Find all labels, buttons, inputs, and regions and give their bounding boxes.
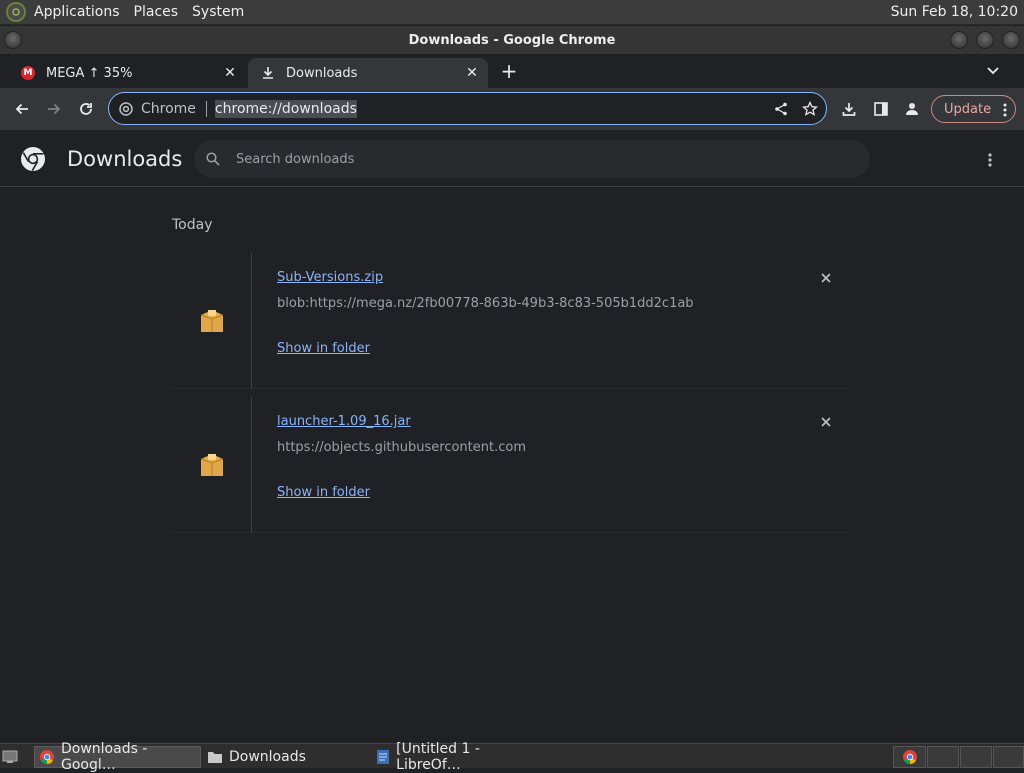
new-tab-button[interactable]: + [498,59,520,83]
window-title: Downloads - Google Chrome [408,32,616,48]
bookmark-star-icon[interactable] [802,100,818,117]
side-panel-icon[interactable] [867,95,895,123]
taskbar-item-label: [Untitled 1 - LibreOf… [396,741,480,773]
top-panel: Applications Places System Sun Feb 18, 1… [0,0,1024,25]
address-bar[interactable]: Chrome chrome://downloads [108,92,827,125]
download-filename-link[interactable]: Sub-Versions.zip [277,270,383,285]
show-desktop-button[interactable] [2,746,24,768]
menu-system[interactable]: System [192,4,244,20]
reload-icon[interactable] [72,95,100,123]
chrome-icon [39,749,55,765]
chrome-icon [903,750,917,765]
tab-close-icon[interactable]: ✕ [220,63,240,83]
tab-search-chevron-icon[interactable] [982,60,1004,82]
taskbar-item-files[interactable]: Downloads [203,746,368,768]
downloads-header: Downloads Search downloads [0,130,1024,187]
archive-file-icon [200,454,223,476]
download-item: launcher-1.09_16.jar https://objects.git… [172,397,848,533]
downloads-icon[interactable] [835,95,863,123]
download-source-url[interactable]: https://objects.githubusercontent.com [277,440,526,455]
update-button[interactable]: Update [931,95,1016,123]
search-icon [206,152,220,166]
panel-clock[interactable]: Sun Feb 18, 10:20 [891,4,1018,20]
workspace-3[interactable] [960,746,992,768]
taskbar-item-label: Downloads [229,749,306,765]
close-window-button[interactable] [1002,31,1020,49]
taskbar-item-libreoffice[interactable]: [Untitled 1 - LibreOf… [371,741,541,773]
file-icon-column [172,397,252,533]
browser-toolbar: Chrome chrome://downloads Update [0,88,1024,130]
libreoffice-icon [375,749,390,765]
workspace-2[interactable] [927,746,959,768]
download-source-url[interactable]: blob:https://mega.nz/2fb00778-863b-49b3-… [277,296,694,311]
more-actions-icon[interactable] [978,148,1002,172]
taskbar-item-label: Downloads - Googl… [61,741,148,773]
search-placeholder: Search downloads [236,151,355,167]
chrome-logo-icon [20,146,46,176]
date-section-label: Today [172,217,213,233]
archive-file-icon [200,310,223,332]
tab-mega[interactable]: M MEGA ↑ 35% ✕ [8,58,246,88]
omnibox-chip[interactable]: Chrome [119,101,196,117]
tab-downloads[interactable]: Downloads ✕ [248,58,488,88]
tab-close-icon[interactable]: ✕ [462,63,482,83]
share-icon[interactable] [774,102,788,116]
folder-icon [207,749,223,765]
menu-places[interactable]: Places [134,4,179,20]
window-menu-button[interactable] [4,31,22,49]
mega-icon: M [20,65,36,81]
show-in-folder-link[interactable]: Show in folder [277,341,370,356]
chrome-icon [119,101,133,116]
download-filename-link[interactable]: launcher-1.09_16.jar [277,414,411,429]
distro-logo-icon[interactable] [6,2,26,22]
tab-title: MEGA ↑ 35% [46,65,133,81]
omnibox-divider [205,100,207,117]
tab-title: Downloads [286,65,358,81]
profile-avatar-icon[interactable] [898,95,926,123]
remove-from-list-close-icon[interactable] [816,268,836,288]
desktop-icon [2,750,18,763]
downloads-list: Today Sub-Versions.zip blob:https://mega… [0,187,1024,743]
minimize-button[interactable] [950,31,968,49]
workspace-1-chrome[interactable] [893,746,926,768]
download-icon [260,65,276,81]
menu-applications[interactable]: Applications [34,4,120,20]
back-arrow-icon[interactable] [8,95,36,123]
search-downloads-input[interactable]: Search downloads [194,140,870,178]
remove-from-list-close-icon[interactable] [816,412,836,432]
maximize-button[interactable] [976,31,994,49]
workspace-4[interactable] [993,746,1024,768]
kebab-menu-icon[interactable] [1003,102,1007,118]
update-label: Update [944,101,992,117]
omnibox-chip-label: Chrome [141,100,196,117]
bottom-taskbar: Downloads - Googl… Downloads [Untitled 1… [0,741,1024,773]
show-in-folder-link[interactable]: Show in folder [277,485,370,500]
taskbar-item-chrome[interactable]: Downloads - Googl… [34,741,201,773]
download-item: Sub-Versions.zip blob:https://mega.nz/2f… [172,253,848,389]
page-title: Downloads [67,147,183,171]
url-text[interactable]: chrome://downloads [214,99,357,118]
forward-arrow-icon[interactable] [40,95,68,123]
window-titlebar[interactable]: Downloads - Google Chrome [0,26,1024,54]
file-icon-column [172,253,252,389]
